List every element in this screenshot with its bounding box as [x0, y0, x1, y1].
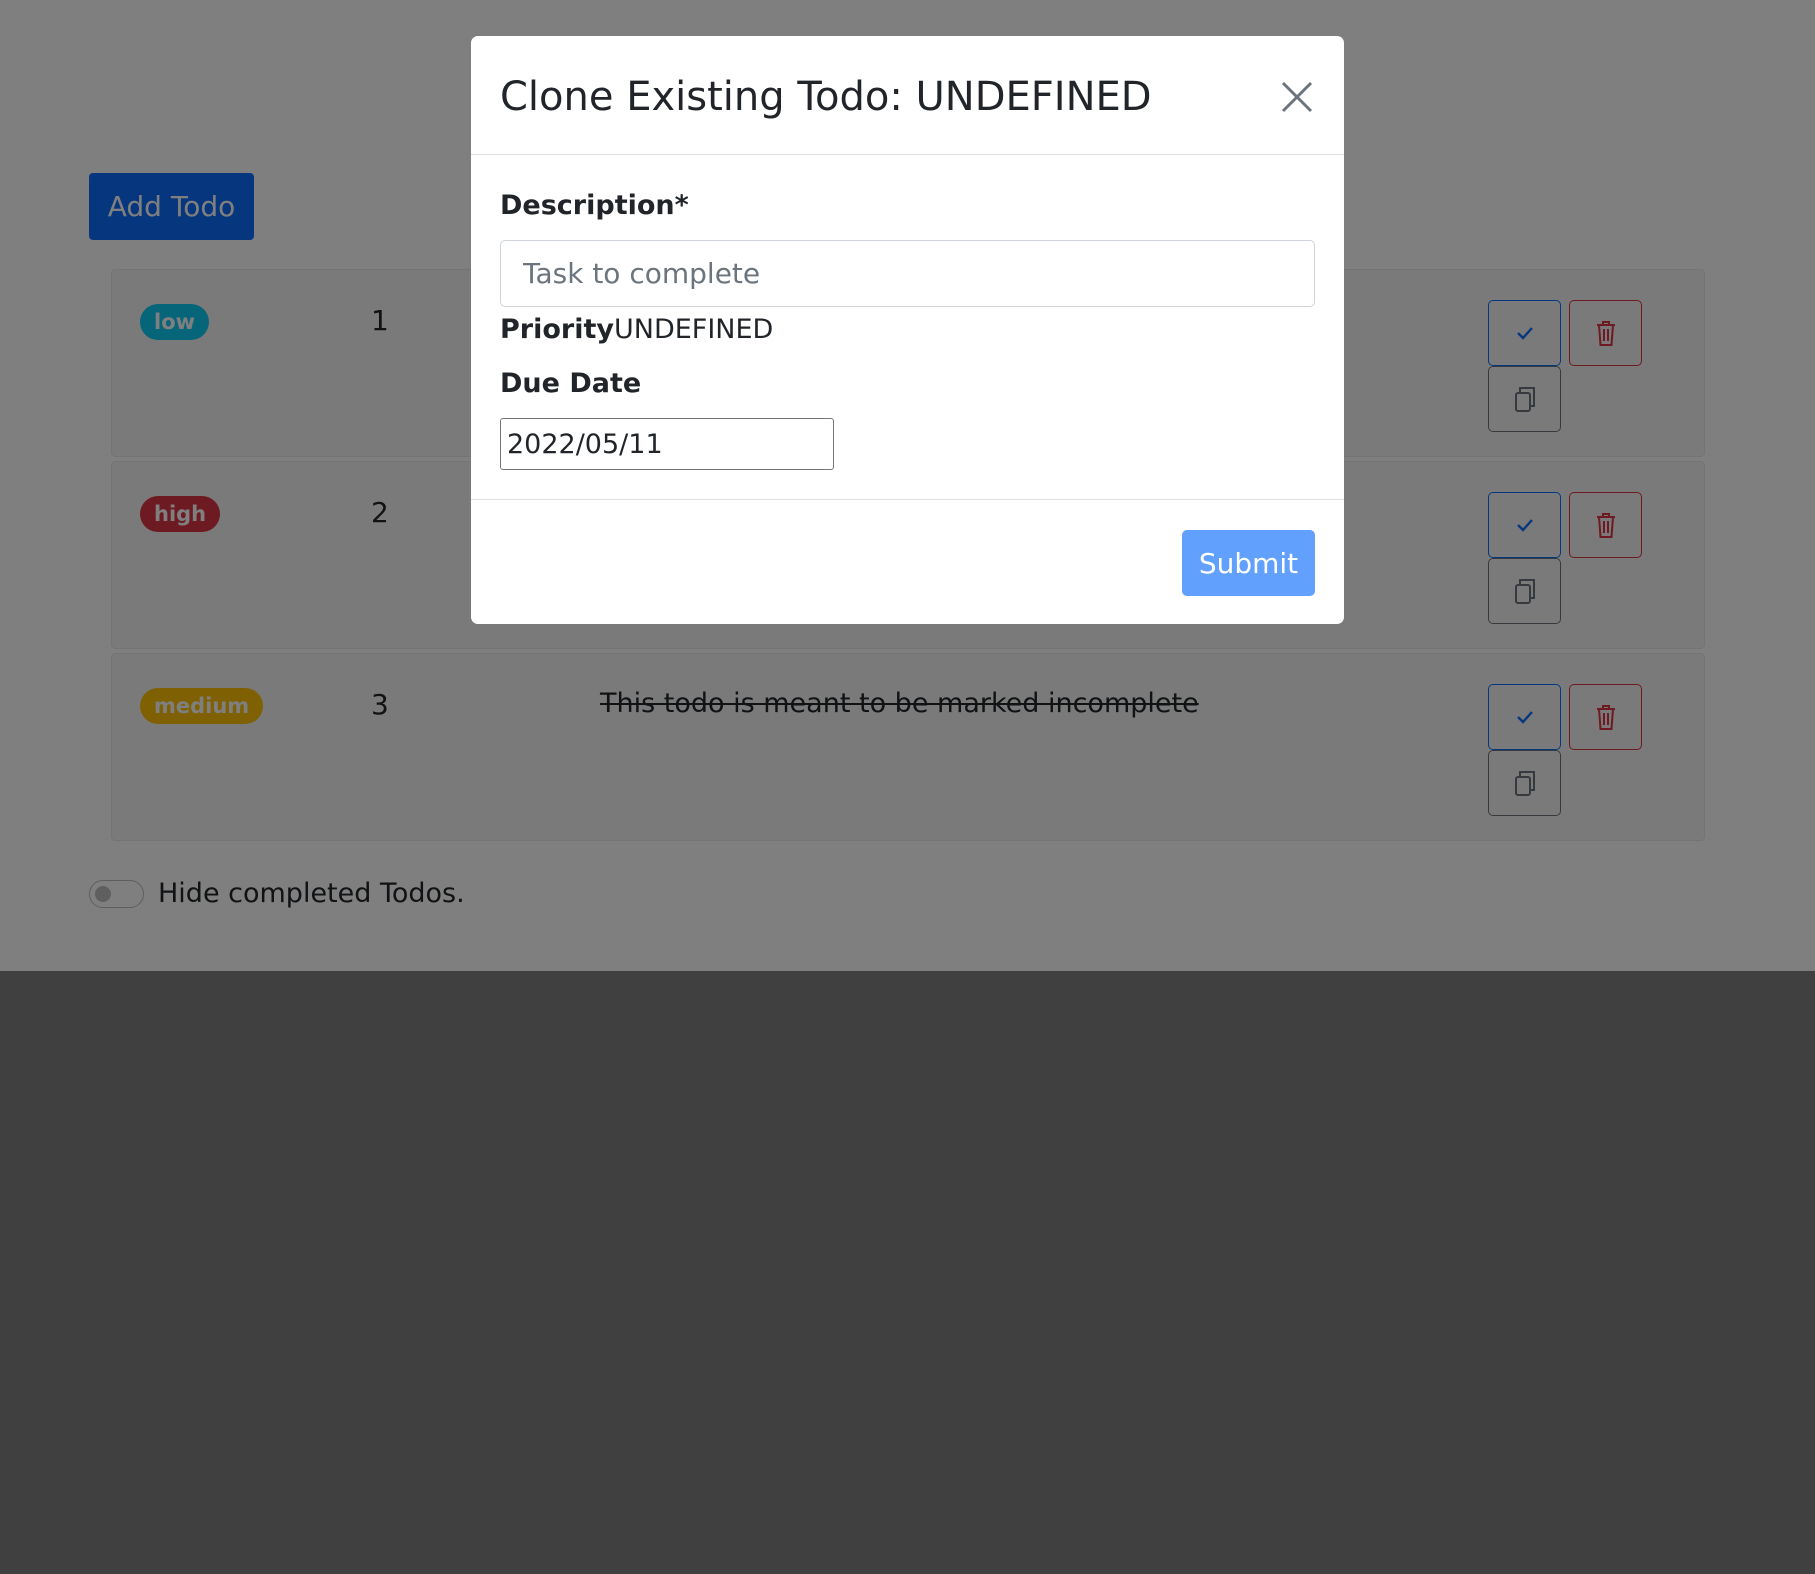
close-icon — [1281, 81, 1313, 113]
due-date-label: Due Date — [500, 368, 642, 399]
modal-title: Clone Existing Todo: UNDEFINED — [500, 74, 1152, 120]
priority-line: PriorityUNDEFINED — [500, 314, 773, 345]
submit-button[interactable]: Submit — [1182, 530, 1315, 596]
priority-label: Priority — [500, 314, 614, 345]
close-button[interactable] — [1280, 80, 1314, 114]
description-input[interactable] — [500, 240, 1315, 307]
due-date-input[interactable] — [500, 418, 834, 470]
modal-footer: Submit — [471, 499, 1344, 624]
modal-header: Clone Existing Todo: UNDEFINED — [471, 36, 1344, 155]
description-label: Description* — [500, 190, 689, 221]
clone-todo-modal: Clone Existing Todo: UNDEFINED Descripti… — [471, 36, 1344, 624]
priority-value: UNDEFINED — [614, 314, 774, 345]
